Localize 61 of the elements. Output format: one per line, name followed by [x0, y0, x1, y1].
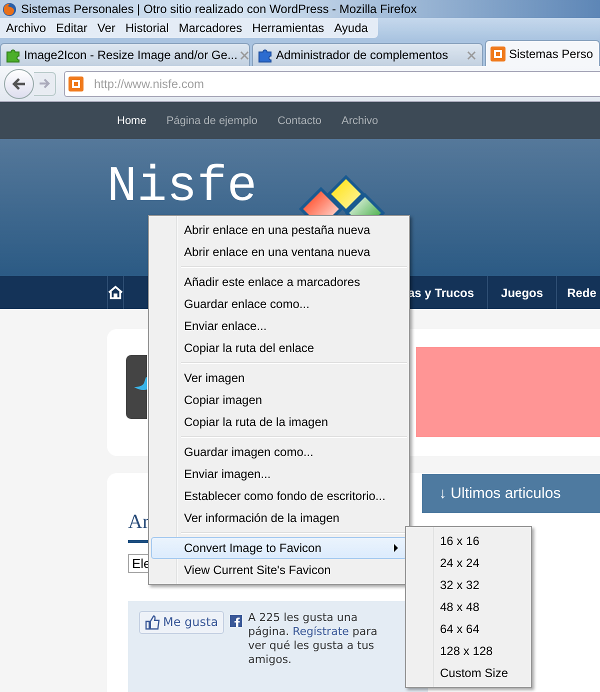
window-title: Sistemas Personales | Otro sitio realizado con WordPress - Mozilla Firefox: [21, 2, 417, 16]
nav-link[interactable]: Archivo: [342, 114, 378, 126]
section-heading: Ar: [128, 511, 150, 534]
section-header: ↓ Ultimos articulos: [422, 474, 600, 513]
menu-item[interactable]: Ayuda: [328, 21, 372, 35]
puzzle-icon: [257, 47, 273, 63]
back-button[interactable]: [4, 68, 34, 98]
arrow-right-icon: [38, 77, 51, 90]
menu-item[interactable]: Herramientas: [246, 21, 328, 35]
menu-item[interactable]: Editar: [50, 21, 92, 35]
tab-title: Administrador de complementos: [276, 48, 450, 62]
menu-item[interactable]: Archivo: [0, 21, 50, 35]
context-menu-item[interactable]: Establecer como fondo de escritorio...: [151, 485, 407, 507]
submenu-item[interactable]: 64 x 64: [408, 618, 529, 640]
register-link[interactable]: Regístrate: [292, 624, 349, 638]
arrow-left-icon: [11, 76, 27, 92]
nav-link[interactable]: Rede: [557, 276, 600, 309]
tab-title: Sistemas Perso: [508, 46, 593, 60]
bird-icon: [126, 355, 147, 419]
submenu-item[interactable]: Custom Size: [408, 662, 529, 684]
menu-item[interactable]: Historial: [119, 21, 173, 35]
tab-title: Image2Icon - Resize Image and/or Ge...: [24, 48, 238, 62]
context-menu-item[interactable]: Enviar imagen...: [151, 463, 407, 485]
context-menu-item[interactable]: Ver información de la imagen: [151, 507, 407, 529]
nav-link[interactable]: Página de ejemplo: [166, 114, 258, 126]
nav-link[interactable]: Contacto: [277, 114, 322, 126]
browser-logo-icon: [2, 2, 17, 16]
nav-link[interactable]: Home: [117, 114, 146, 126]
menu-item[interactable]: Ver: [91, 21, 120, 35]
context-menu-item[interactable]: Copiar imagen: [151, 389, 407, 411]
puzzle-icon: [5, 47, 21, 63]
context-menu-item[interactable]: Copiar la ruta de la imagen: [151, 411, 407, 433]
submenu-item[interactable]: 48 x 48: [408, 596, 529, 618]
browser-tab[interactable]: Image2Icon - Resize Image and/or Ge...: [0, 43, 250, 66]
site-logo-text: Nisfe: [107, 163, 258, 213]
home-link[interactable]: [107, 276, 124, 309]
context-menu-item[interactable]: View Current Site's Favicon: [151, 559, 407, 581]
facebook-text: A 225 les gusta una página. Regístrate para ver qué les gusta a tus amigos.: [248, 610, 378, 667]
close-icon[interactable]: [466, 50, 476, 60]
submenu-item[interactable]: 128 x 128: [408, 640, 529, 662]
close-icon[interactable]: [240, 50, 250, 60]
context-menu-item[interactable]: Abrir enlace en una ventana nueva: [151, 241, 407, 263]
thumbs-up-icon: [145, 614, 160, 630]
menu-item[interactable]: Marcadores: [172, 21, 246, 35]
submenu-item[interactable]: 16 x 16: [408, 530, 529, 552]
nav-link[interactable]: Juegos: [488, 276, 558, 309]
submenu-item[interactable]: 32 x 32: [408, 574, 529, 596]
context-menu-item[interactable]: Convert Image to Favicon: [151, 537, 407, 559]
like-button[interactable]: Me gusta: [139, 610, 224, 634]
browser-tab[interactable]: Sistemas Perso: [484, 40, 600, 66]
site-favicon-icon: [490, 46, 506, 62]
context-menu-item[interactable]: Abrir enlace en una pestaña nueva: [151, 219, 407, 241]
context-menu-item[interactable]: Enviar enlace...: [151, 315, 407, 337]
facebook-icon: [230, 614, 242, 627]
context-menu-item[interactable]: Ver imagen: [151, 367, 407, 389]
context-menu-item[interactable]: Copiar la ruta del enlace: [151, 337, 407, 359]
home-icon: [108, 285, 123, 300]
browser-tab[interactable]: Administrador de complementos: [252, 43, 483, 66]
site-favicon-icon: [68, 76, 84, 92]
context-menu-item[interactable]: Guardar imagen como...: [151, 441, 407, 463]
submenu-item[interactable]: 24 x 24: [408, 552, 529, 574]
